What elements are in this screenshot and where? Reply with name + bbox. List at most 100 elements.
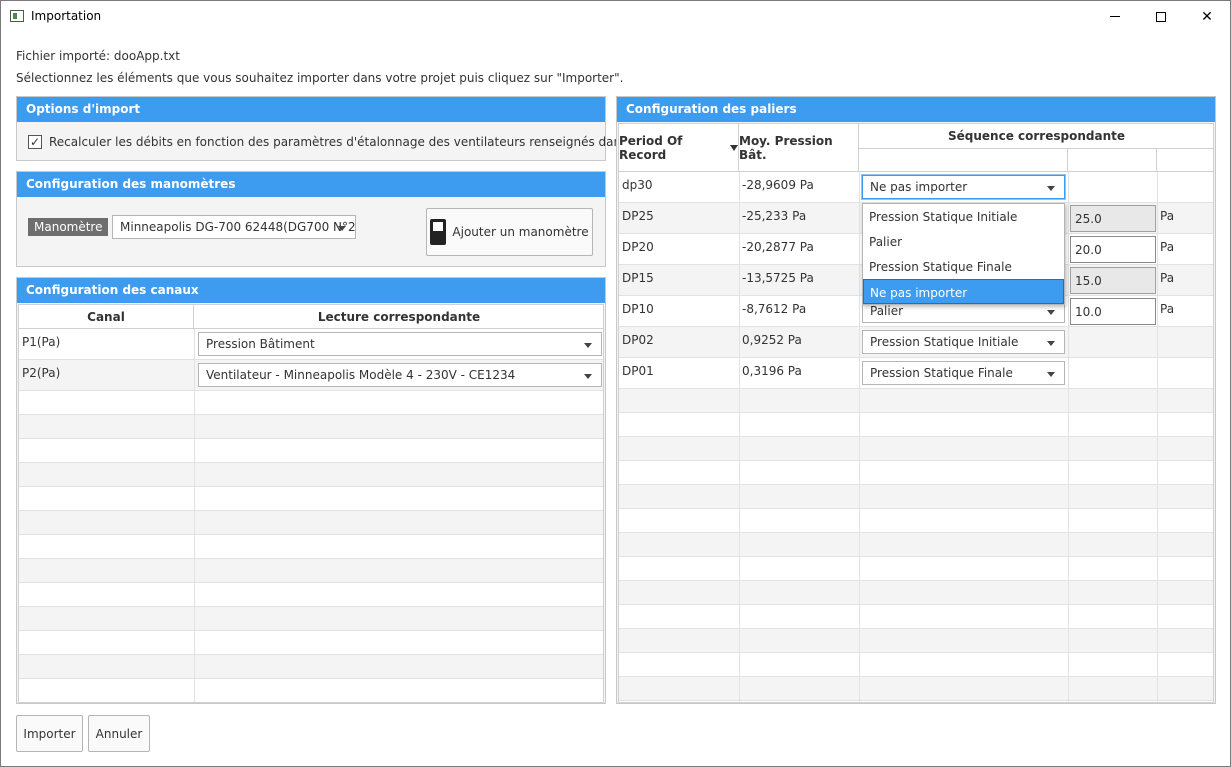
table-row[interactable]: P1(Pa) Pression Bâtiment	[19, 329, 603, 360]
empty-row	[19, 607, 603, 631]
empty-row	[619, 533, 1213, 557]
period-cell: DP01	[622, 364, 654, 378]
period-cell: DP15	[622, 271, 654, 285]
sequence-select-value: Ne pas importer	[870, 180, 968, 194]
empty-row	[619, 653, 1213, 677]
empty-row	[19, 655, 603, 679]
manometer-select[interactable]: Minneapolis DG-700 62448(DG700 N°2)	[112, 215, 356, 239]
empty-row	[619, 581, 1213, 605]
dropdown-option-do-not-import[interactable]: Ne pas importer	[863, 279, 1064, 304]
empty-row	[619, 509, 1213, 533]
col-sequence-sub3	[1157, 149, 1213, 172]
step-value-field[interactable]: 25.0	[1070, 205, 1156, 232]
period-cell: DP10	[622, 302, 654, 316]
minimize-icon	[1110, 16, 1120, 17]
empty-row	[19, 463, 603, 487]
col-period-label: Period Of Record	[619, 133, 683, 162]
sequence-select[interactable]: Pression Statique Finale	[862, 361, 1065, 385]
empty-row	[619, 389, 1213, 413]
sort-desc-icon	[730, 144, 738, 151]
step-value-field[interactable]: 15.0	[1070, 267, 1156, 294]
col-sequence-sub1	[859, 149, 1068, 172]
lecture-select[interactable]: Pression Bâtiment	[198, 332, 602, 356]
empty-row	[19, 439, 603, 463]
manometers-panel: Configuration des manomètres Manomètre M…	[16, 171, 606, 267]
cancel-button[interactable]: Annuler	[88, 715, 150, 752]
dialog-content: Fichier importé: dooApp.txt Sélectionnez…	[1, 32, 1230, 766]
empty-row	[19, 583, 603, 607]
dropdown-option-static-initial[interactable]: Pression Statique Initiale	[863, 204, 1064, 229]
column-divider	[1068, 172, 1069, 702]
pression-cell: -13,5725 Pa	[742, 271, 814, 285]
pression-cell: -20,2877 Pa	[742, 240, 814, 254]
col-period-header[interactable]: Period Of Record	[619, 124, 739, 172]
lecture-select-value: Pression Bâtiment	[206, 337, 315, 351]
sequence-select-value: Palier	[870, 304, 904, 318]
chevron-down-icon	[584, 343, 592, 348]
empty-row	[19, 511, 603, 535]
col-pression-header[interactable]: Moy. Pression Bât.	[739, 124, 859, 172]
period-cell: DP25	[622, 209, 654, 223]
pression-cell: 0,9252 Pa	[742, 333, 802, 347]
device-icon	[430, 219, 447, 245]
period-cell: DP02	[622, 333, 654, 347]
period-cell: dp30	[622, 178, 653, 192]
manometers-title: Configuration des manomètres	[17, 172, 605, 197]
import-dialog: Importation ✕ Fichier importé: dooApp.tx…	[0, 0, 1231, 767]
col-canal-header[interactable]: Canal	[19, 305, 194, 329]
empty-row	[19, 415, 603, 439]
imported-file-label: Fichier importé: dooApp.txt	[16, 49, 180, 63]
empty-row	[619, 461, 1213, 485]
channels-table: Canal Lecture correspondante P1(Pa) Pres…	[18, 304, 604, 703]
unit-label: Pa	[1160, 240, 1175, 254]
dropdown-option-palier[interactable]: Palier	[863, 229, 1064, 254]
step-value-field[interactable]: 20.0	[1070, 236, 1156, 263]
step-value-field[interactable]: 10.0	[1070, 298, 1156, 325]
unit-label: Pa	[1160, 209, 1175, 223]
add-manometer-button[interactable]: Ajouter un manomètre	[426, 208, 593, 256]
sequence-select-value: Pression Statique Finale	[870, 366, 1013, 380]
period-cell: DP20	[622, 240, 654, 254]
import-button[interactable]: Importer	[16, 715, 83, 752]
col-sequence-header[interactable]: Séquence correspondante	[859, 124, 1213, 149]
table-row[interactable]: DP01 0,3196 Pa Pression Statique Finale	[619, 358, 1213, 389]
unit-label: Pa	[1160, 302, 1175, 316]
manometer-tag: Manomètre	[28, 218, 109, 236]
empty-row	[19, 487, 603, 511]
table-row[interactable]: P2(Pa) Ventilateur - Minneapolis Modèle …	[19, 360, 603, 391]
chevron-down-icon	[1047, 186, 1055, 191]
empty-row	[19, 679, 603, 702]
col-lecture-header[interactable]: Lecture correspondante	[194, 305, 603, 329]
sequence-select[interactable]: Ne pas importer	[862, 175, 1065, 199]
canal-cell: P1(Pa)	[22, 335, 61, 349]
add-manometer-label: Ajouter un manomètre	[452, 225, 589, 239]
chevron-down-icon	[338, 226, 346, 231]
channels-title: Configuration des canaux	[17, 278, 605, 303]
pression-cell: -25,233 Pa	[742, 209, 807, 223]
table-row[interactable]: DP02 0,9252 Pa Pression Statique Initial…	[619, 327, 1213, 358]
maximize-button[interactable]	[1138, 1, 1184, 32]
title-bar[interactable]: Importation ✕	[1, 1, 1230, 32]
window-title: Importation	[31, 9, 102, 23]
table-row[interactable]: dp30 -28,9609 Pa Ne pas importer	[619, 172, 1213, 203]
steps-panel: Configuration des paliers Period Of Reco…	[616, 96, 1216, 704]
lecture-select[interactable]: Ventilateur - Minneapolis Modèle 4 - 230…	[198, 363, 602, 387]
chevron-down-icon	[1047, 341, 1055, 346]
sequence-dropdown-list[interactable]: Pression Statique Initiale Palier Pressi…	[862, 203, 1065, 305]
minimize-button[interactable]	[1092, 1, 1138, 32]
dropdown-option-static-final[interactable]: Pression Statique Finale	[863, 254, 1064, 279]
close-button[interactable]: ✕	[1184, 1, 1230, 32]
sequence-select[interactable]: Pression Statique Initiale	[862, 330, 1065, 354]
instructions-label: Sélectionnez les éléments que vous souha…	[16, 71, 624, 85]
column-divider	[859, 172, 860, 702]
empty-row	[19, 631, 603, 655]
import-options-panel: Options d'import ✓ Recalculer les débits…	[16, 96, 677, 161]
empty-row	[19, 559, 603, 583]
empty-row	[619, 557, 1213, 581]
empty-row	[619, 677, 1213, 701]
recalc-checkbox[interactable]: ✓	[28, 135, 42, 149]
unit-label: Pa	[1160, 271, 1175, 285]
canal-cell: P2(Pa)	[22, 366, 61, 380]
pression-cell: -8,7612 Pa	[742, 302, 807, 316]
column-divider	[739, 172, 740, 702]
